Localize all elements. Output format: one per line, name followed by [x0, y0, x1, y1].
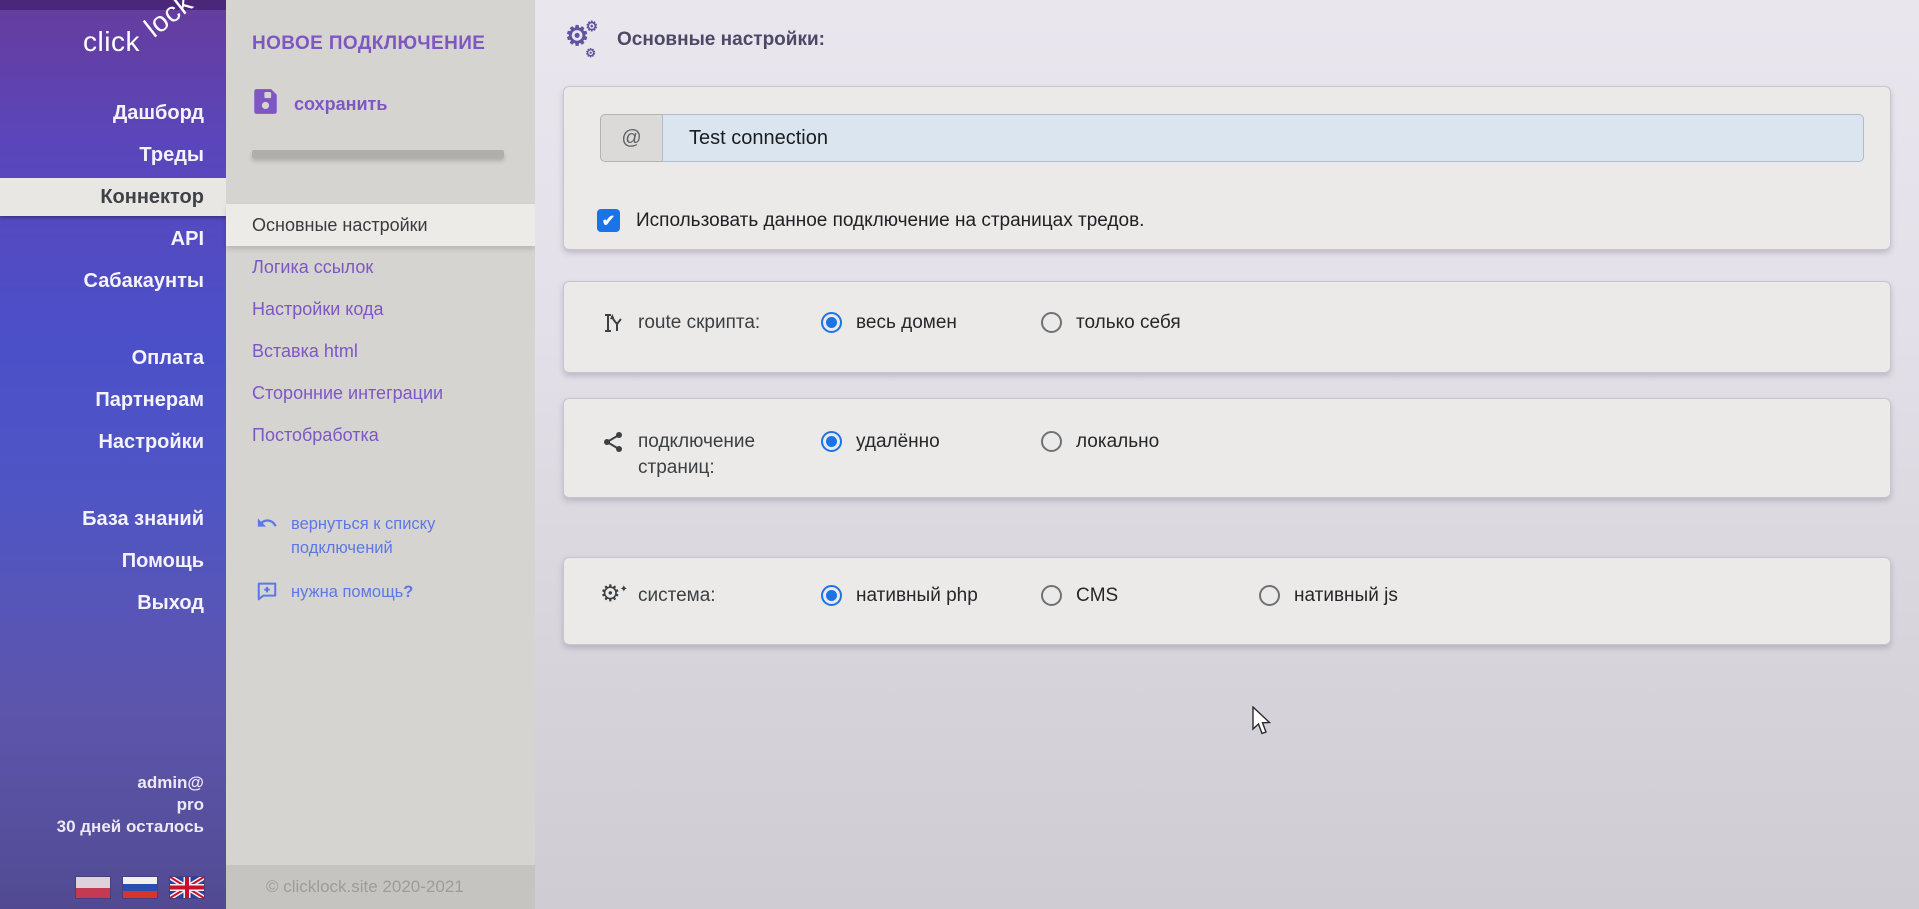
- copyright-footer: © clicklock.site 2020-2021: [226, 865, 535, 909]
- logo-part-lock: lock: [139, 0, 200, 44]
- system-panel: ⚙✦ система: нативный php CMS нативный js: [563, 557, 1891, 645]
- connection-name-panel: @ ✔ Использовать данное подключение на с…: [563, 86, 1891, 250]
- radio-option-native-php[interactable]: нативный php: [821, 583, 1041, 608]
- sidebar-item-logout[interactable]: Выход: [0, 582, 226, 624]
- radio-selected-icon[interactable]: [821, 312, 842, 333]
- page-title: Основные настройки:: [617, 29, 825, 51]
- back-to-list-link[interactable]: вернуться к списку подключений: [256, 512, 486, 560]
- sidebar-item-threads[interactable]: Треды: [0, 134, 226, 176]
- account-email: admin@: [57, 772, 204, 794]
- russia-flag-icon[interactable]: [123, 877, 157, 898]
- account-days-left: 30 дней осталось: [57, 816, 204, 838]
- save-icon: [252, 88, 279, 120]
- page-connection-row: подключение страниц: удалённо локально: [600, 429, 1864, 481]
- radio-option-remote[interactable]: удалённо: [821, 429, 1041, 454]
- uk-flag-icon[interactable]: [170, 877, 204, 898]
- menu-item-code-settings[interactable]: Настройки кода: [226, 288, 535, 330]
- menu-item-link-logic[interactable]: Логика ссылок: [226, 246, 535, 288]
- sidebar-item-connector[interactable]: Коннектор: [0, 178, 226, 216]
- route-fork-icon: [600, 310, 626, 336]
- share-icon: [600, 429, 626, 455]
- save-button-label: сохранить: [294, 94, 387, 115]
- sidebar-spacer: [0, 463, 226, 498]
- radio-unselected-icon[interactable]: [1041, 312, 1062, 333]
- back-to-list-label: вернуться к списку подключений: [291, 512, 456, 560]
- system-row: ⚙✦ система: нативный php CMS нативный js: [600, 583, 1864, 609]
- sidebar-item-dashboard[interactable]: Дашборд: [0, 92, 226, 134]
- help-comment-icon: [256, 580, 278, 609]
- connection-column: НОВОЕ ПОДКЛЮЧЕНИЕ сохранить Основные нас…: [226, 0, 535, 909]
- undo-icon: [256, 512, 278, 541]
- connection-name-input[interactable]: [662, 114, 1864, 162]
- system-label: ⚙✦ система:: [600, 583, 821, 609]
- divider: [252, 150, 504, 158]
- checkbox-label: Использовать данное подключение на стран…: [636, 210, 1144, 232]
- radio-selected-icon[interactable]: [821, 585, 842, 606]
- radio-option-only-self[interactable]: только себя: [1041, 310, 1261, 335]
- sidebar-item-help[interactable]: Помощь: [0, 540, 226, 582]
- script-route-row: route скрипта: весь домен только себя: [600, 310, 1864, 336]
- menu-item-postprocessing[interactable]: Постобработка: [226, 414, 535, 456]
- account-plan: pro: [57, 794, 204, 816]
- connection-links: вернуться к списку подключений нужна пом…: [256, 512, 486, 609]
- sidebar-item-api[interactable]: API: [0, 218, 226, 260]
- radio-option-whole-domain[interactable]: весь домен: [821, 310, 1041, 335]
- sidebar: click lock Дашборд Треды Коннектор API С…: [0, 0, 226, 909]
- menu-item-html-insert[interactable]: Вставка html: [226, 330, 535, 372]
- sidebar-item-payment[interactable]: Оплата: [0, 337, 226, 379]
- connection-name-group: @: [600, 114, 1864, 162]
- need-help-link[interactable]: нужна помощь?: [256, 580, 486, 609]
- radio-selected-icon[interactable]: [821, 431, 842, 452]
- radio-option-cms[interactable]: CMS: [1041, 583, 1259, 608]
- system-gear-icon: ⚙✦: [600, 583, 626, 609]
- page-connection-label: подключение страниц:: [600, 429, 821, 481]
- menu-item-main-settings[interactable]: Основные настройки: [226, 204, 535, 246]
- radio-unselected-icon[interactable]: [1041, 585, 1062, 606]
- page-title-row: ⚙⚙⚙ Основные настройки:: [565, 24, 825, 56]
- radio-option-local[interactable]: локально: [1041, 429, 1261, 454]
- poland-flag-icon[interactable]: [76, 877, 110, 898]
- radio-unselected-icon[interactable]: [1259, 585, 1280, 606]
- connection-title: НОВОЕ ПОДКЛЮЧЕНИЕ: [252, 33, 485, 55]
- radio-option-native-js[interactable]: нативный js: [1259, 583, 1479, 608]
- main-content: ⚙⚙⚙ Основные настройки: @ ✔ Использовать…: [535, 0, 1919, 909]
- clicklock-logo[interactable]: click lock: [0, 0, 226, 92]
- sidebar-item-subaccounts[interactable]: Сабакаунты: [0, 260, 226, 302]
- app-window: click lock Дашборд Треды Коннектор API С…: [0, 0, 1919, 909]
- need-help-label: нужна помощь?: [291, 580, 413, 604]
- use-on-threads-checkbox-row[interactable]: ✔ Использовать данное подключение на стр…: [597, 209, 1144, 232]
- at-sign-addon: @: [600, 114, 662, 162]
- page-connection-panel: подключение страниц: удалённо локально: [563, 398, 1891, 498]
- sidebar-spacer: [0, 302, 226, 337]
- script-route-panel: route скрипта: весь домен только себя: [563, 281, 1891, 373]
- sidebar-item-knowledge-base[interactable]: База знаний: [0, 498, 226, 540]
- save-button[interactable]: сохранить: [252, 88, 387, 120]
- menu-item-integrations[interactable]: Сторонние интеграции: [226, 372, 535, 414]
- sidebar-item-settings[interactable]: Настройки: [0, 421, 226, 463]
- gears-icon: ⚙⚙⚙: [565, 24, 601, 56]
- account-info: admin@ pro 30 дней осталось: [57, 772, 204, 838]
- checkbox-checked-icon[interactable]: ✔: [597, 209, 620, 232]
- connection-menu: Основные настройки Логика ссылок Настрой…: [226, 204, 535, 456]
- logo-part-click: click: [83, 26, 140, 58]
- script-route-label: route скрипта:: [600, 310, 821, 336]
- sidebar-item-partners[interactable]: Партнерам: [0, 379, 226, 421]
- radio-unselected-icon[interactable]: [1041, 431, 1062, 452]
- language-switcher: [76, 877, 204, 898]
